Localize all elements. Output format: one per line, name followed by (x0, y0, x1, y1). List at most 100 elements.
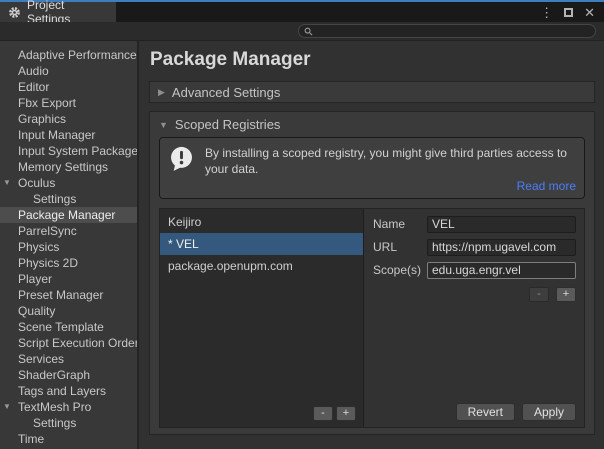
field-label: Name (373, 217, 427, 231)
sidebar-item-label: Editor (18, 80, 49, 94)
sidebar-item-label: Input Manager (18, 128, 95, 142)
apply-button[interactable]: Apply (522, 403, 576, 421)
sidebar-item-input-manager[interactable]: Input Manager (0, 127, 137, 143)
revert-button[interactable]: Revert (456, 403, 515, 421)
window-controls: ⋮ ✕ (540, 2, 604, 22)
main-panel: Package Manager ▶ Advanced Settings ▼ Sc… (139, 41, 604, 449)
scoped-registry-warning: By installing a scoped registry, you mig… (159, 137, 585, 199)
sidebar-item-graphics[interactable]: Graphics (0, 111, 137, 127)
chevron-down-icon[interactable]: ▼ (3, 399, 11, 415)
registry-row[interactable]: package.openupm.com (160, 255, 363, 277)
registries-panel: Keijiro* VELpackage.openupm.com - + Name… (159, 208, 585, 428)
scoped-registries-foldout[interactable]: ▼ Scoped Registries (159, 112, 585, 137)
sidebar-item-physics[interactable]: Physics (0, 239, 137, 255)
registry-form: Name URL Scope(s) - + Revert Apply (364, 209, 584, 427)
sidebar-item-services[interactable]: Services (0, 351, 137, 367)
advanced-settings-foldout[interactable]: ▶ Advanced Settings (149, 81, 595, 103)
sidebar-item-settings[interactable]: Settings (0, 415, 137, 431)
remove-registry-button[interactable]: - (313, 406, 333, 421)
toolbar (0, 22, 604, 41)
chevron-right-icon: ▶ (158, 87, 165, 98)
sidebar-item-label: Physics 2D (18, 256, 78, 270)
scoped-registries-group: ▼ Scoped Registries By installing a scop… (149, 111, 595, 435)
sidebar-item-script-execution-order[interactable]: Script Execution Order (0, 335, 137, 351)
sidebar-item-label: Memory Settings (18, 160, 108, 174)
name-field[interactable] (427, 216, 576, 233)
sidebar-item-label: Settings (33, 192, 76, 206)
registry-row[interactable]: * VEL (160, 233, 363, 255)
sidebar-item-time[interactable]: Time (0, 431, 137, 447)
sidebar-item-oculus[interactable]: ▼ Oculus (0, 175, 137, 191)
sidebar-item-player[interactable]: Player (0, 271, 137, 287)
sidebar-item-label: ShaderGraph (18, 368, 90, 382)
chevron-down-icon: ▼ (159, 120, 168, 130)
sidebar-item-label: Package Manager (18, 208, 115, 222)
registry-row[interactable]: Keijiro (160, 211, 363, 233)
exclamation-bubble-icon (168, 145, 195, 172)
sidebar-item-label: TextMesh Pro (18, 400, 91, 414)
sidebar-item-label: Audio (18, 64, 49, 78)
registry-list-footer: - + (160, 406, 363, 427)
sidebar-item-package-manager[interactable]: Package Manager (0, 207, 137, 223)
sidebar-item-scene-template[interactable]: Scene Template (0, 319, 137, 335)
sidebar-item-textmesh-pro[interactable]: ▼ TextMesh Pro (0, 399, 137, 415)
sidebar-item-label: Settings (33, 416, 76, 430)
sidebar-item-label: Scene Template (18, 320, 104, 334)
close-icon[interactable]: ✕ (584, 6, 595, 19)
sidebar-item-label: ParrelSync (18, 224, 77, 238)
remove-scope-button[interactable]: - (529, 287, 549, 302)
sidebar-item-parrelsync[interactable]: ParrelSync (0, 223, 137, 239)
sidebar-item-label: Graphics (18, 112, 66, 126)
page-title: Package Manager (150, 49, 595, 71)
field-label: Scope(s) (373, 263, 427, 277)
sidebar-item-label: Player (18, 272, 52, 286)
sidebar-item-tags-and-layers[interactable]: Tags and Layers (0, 383, 137, 399)
field-label: URL (373, 240, 427, 254)
sidebar-item-audio[interactable]: Audio (0, 63, 137, 79)
sidebar-item-label: Preset Manager (18, 288, 103, 302)
form-actions: Revert Apply (373, 403, 576, 421)
sidebar-item-fbx-export[interactable]: Fbx Export (0, 95, 137, 111)
window-body: Adaptive Performance Audio Editor Fbx Expor… (0, 41, 604, 449)
project-settings-window: Project Settings ⋮ ✕ Adaptive Performanc… (0, 0, 604, 449)
settings-sidebar: Adaptive Performance Audio Editor Fbx Expor… (0, 41, 139, 449)
tab-project-settings[interactable]: Project Settings (0, 2, 116, 22)
gear-icon (8, 6, 21, 19)
registry-list: Keijiro* VELpackage.openupm.com - + (160, 209, 364, 427)
sidebar-item-physics-2d[interactable]: Physics 2D (0, 255, 137, 271)
add-scope-button[interactable]: + (556, 287, 576, 302)
sidebar-item-label: Quality (18, 304, 55, 318)
sidebar-item-preset-manager[interactable]: Preset Manager (0, 287, 137, 303)
form-field-row: Name (373, 216, 576, 233)
chevron-down-icon[interactable]: ▼ (3, 175, 11, 191)
advanced-settings-label: Advanced Settings (172, 85, 280, 100)
sidebar-item-editor[interactable]: Editor (0, 79, 137, 95)
sidebar-item-quality[interactable]: Quality (0, 303, 137, 319)
add-registry-button[interactable]: + (336, 406, 356, 421)
scoped-registries-label: Scoped Registries (175, 117, 281, 132)
sidebar-item-label: Tags and Layers (18, 384, 106, 398)
titlebar: Project Settings ⋮ ✕ (0, 2, 604, 22)
search-input[interactable] (298, 24, 596, 38)
read-more-link[interactable]: Read more (517, 179, 576, 193)
sidebar-item-label: Fbx Export (18, 96, 76, 110)
sidebar-item-adaptive-performance[interactable]: Adaptive Performance (0, 47, 137, 63)
form-field-row: Scope(s) (373, 262, 576, 279)
scope-s--field[interactable] (427, 262, 576, 279)
url-field[interactable] (427, 239, 576, 256)
maximize-icon[interactable] (564, 8, 573, 17)
sidebar-item-label: Adaptive Performance (18, 48, 137, 62)
sidebar-item-label: Services (18, 352, 64, 366)
search-icon (304, 27, 313, 36)
sidebar-item-label: Input System Package (18, 144, 137, 158)
sidebar-item-label: Physics (18, 240, 59, 254)
form-field-row: URL (373, 239, 576, 256)
sidebar-item-input-system-package[interactable]: Input System Package (0, 143, 137, 159)
sidebar-item-label: Oculus (18, 176, 55, 190)
sidebar-item-settings[interactable]: Settings (0, 191, 137, 207)
scope-buttons: - + (373, 287, 576, 302)
sidebar-item-label: Script Execution Order (18, 336, 137, 350)
sidebar-item-shadergraph[interactable]: ShaderGraph (0, 367, 137, 383)
window-menu-icon[interactable]: ⋮ (540, 6, 553, 19)
sidebar-item-memory-settings[interactable]: Memory Settings (0, 159, 137, 175)
